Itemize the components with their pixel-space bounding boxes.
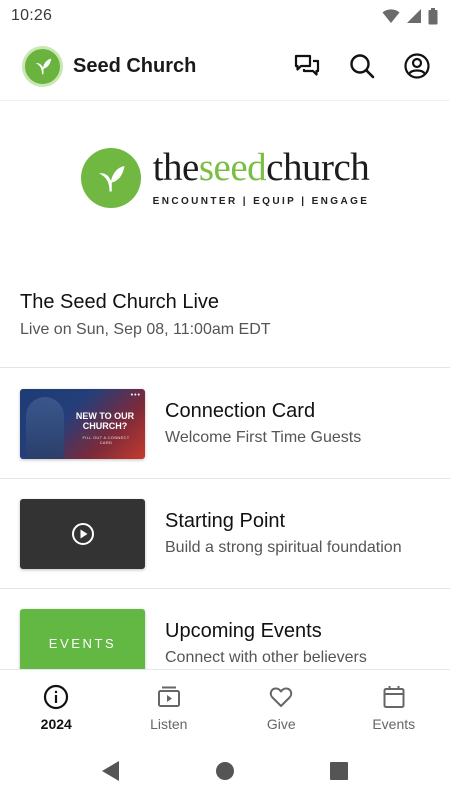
tab-listen[interactable]: Listen [113, 670, 226, 741]
tab-label: Listen [150, 716, 188, 732]
heart-icon [270, 687, 293, 707]
list-item-title: Connection Card [165, 400, 316, 422]
system-nav-bar [0, 741, 450, 800]
calendar-icon [383, 686, 405, 708]
list-item-subtitle: Build a strong spiritual foundation [165, 539, 402, 556]
list-item-title: Starting Point [165, 510, 286, 532]
cellular-signal-icon [406, 8, 422, 24]
recents-square-icon [330, 761, 348, 780]
banner-wordmark: theseedchurch [153, 148, 370, 187]
person-silhouette [26, 396, 64, 459]
thumbnail-subtext: FILL OUT A CONNECT CARD [82, 434, 130, 445]
account-button[interactable] [402, 51, 432, 81]
list-item-text: Connection Card Welcome First Time Guest… [165, 400, 361, 447]
bottom-nav: 2024 Listen Give Events [0, 669, 450, 741]
live-title: The Seed Church Live [20, 291, 220, 313]
chat-button[interactable] [292, 51, 322, 81]
info-icon [44, 684, 69, 710]
back-button[interactable] [98, 758, 124, 784]
leaf-icon [35, 58, 51, 75]
back-triangle-icon [102, 760, 119, 781]
header-actions [292, 51, 432, 81]
live-stream-card[interactable]: The Seed Church Live Live on Sun, Sep 08… [0, 276, 450, 368]
more-dots-icon: ••• [130, 391, 141, 399]
app-logo [22, 45, 63, 87]
home-button[interactable] [212, 758, 238, 784]
list-item-starting-point[interactable]: Starting Point Build a strong spiritual … [0, 479, 450, 589]
church-banner[interactable]: theseedchurch ENCOUNTER | EQUIP | ENGAGE [0, 100, 450, 260]
play-circle-icon [71, 522, 94, 545]
leaf-icon [98, 165, 125, 191]
events-thumbnail-label: EVENTS [48, 636, 117, 651]
list-item-subtitle: Connect with other believers [165, 649, 367, 666]
video-library-icon [157, 686, 180, 707]
status-icons [382, 7, 438, 25]
wordmark-suffix: church [266, 146, 370, 189]
connection-card-thumbnail: ••• NEW TO OUR CHURCH? FILL OUT A CONNEC… [20, 388, 145, 459]
account-icon [404, 53, 430, 79]
tab-2024[interactable]: 2024 [0, 670, 113, 741]
list-item-text: Upcoming Events Connect with other belie… [165, 620, 367, 667]
banner-leaf-logo [80, 147, 141, 208]
home-circle-icon [216, 761, 234, 780]
status-bar: 10:26 [0, 0, 450, 32]
app-header: Seed Church [0, 40, 450, 92]
banner-logo-lockup: theseedchurch ENCOUNTER | EQUIP | ENGAGE [80, 147, 370, 208]
events-thumbnail: EVENTS [20, 608, 145, 669]
chat-icon [294, 54, 320, 76]
wordmark-highlight: seed [198, 146, 267, 189]
list-item-title: Upcoming Events [165, 620, 322, 642]
app-title: Seed Church [73, 54, 197, 77]
content-list[interactable]: ••• NEW TO OUR CHURCH? FILL OUT A CONNEC… [0, 369, 450, 669]
battery-icon [428, 7, 438, 25]
banner-text: theseedchurch ENCOUNTER | EQUIP | ENGAGE [153, 148, 370, 207]
search-button[interactable] [347, 51, 377, 81]
live-subtitle: Live on Sun, Sep 08, 11:00am EDT [20, 321, 271, 338]
tab-label: Events [372, 716, 416, 732]
recents-button[interactable] [326, 758, 352, 784]
thumbnail-headline: NEW TO OUR CHURCH? [75, 410, 135, 431]
tab-label: Give [266, 716, 296, 732]
list-item-connection-card[interactable]: ••• NEW TO OUR CHURCH? FILL OUT A CONNEC… [0, 369, 450, 479]
tab-label: 2024 [40, 716, 72, 732]
search-icon [350, 54, 375, 79]
banner-tagline: ENCOUNTER | EQUIP | ENGAGE [152, 196, 370, 207]
starting-point-thumbnail [20, 498, 145, 569]
tab-events[interactable]: Events [338, 670, 450, 741]
tab-give[interactable]: Give [225, 670, 338, 741]
list-item-text: Starting Point Build a strong spiritual … [165, 510, 402, 557]
wifi-icon [382, 8, 400, 24]
status-time: 10:26 [11, 7, 53, 24]
wordmark-prefix: the [152, 146, 200, 189]
list-item-subtitle: Welcome First Time Guests [165, 429, 362, 446]
list-item-upcoming-events[interactable]: EVENTS Upcoming Events Connect with othe… [0, 589, 450, 669]
